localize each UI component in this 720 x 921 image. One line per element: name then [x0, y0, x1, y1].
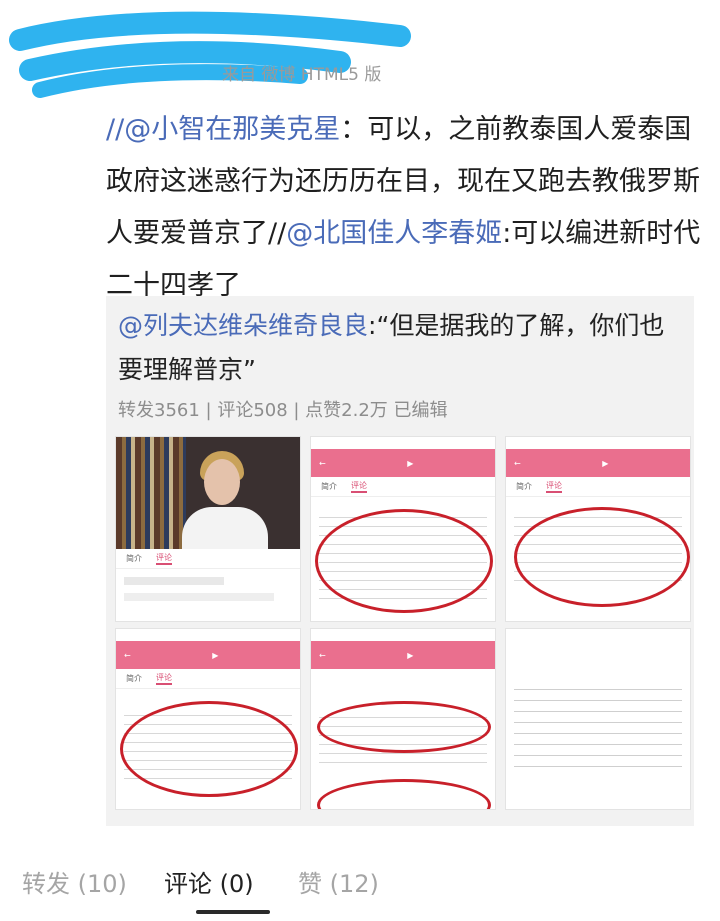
grid-image-2[interactable]: ← ▶ 简介 评论 [310, 436, 496, 622]
app-bar: ← ▶ [311, 641, 495, 669]
status-bar [311, 437, 495, 449]
tab-comments[interactable]: 评论 (0) [164, 864, 254, 899]
image-grid: 简介 评论 ← ▶ 简介 评论 ← ▶ 简介 评论 ← ▶ 简介 评论 ← ▶ [115, 436, 691, 810]
red-circle-annotation [317, 701, 491, 753]
active-tab-indicator [196, 910, 270, 914]
quoted-post[interactable]: @列夫达维朵维奇良良:“但是据我的了解，你们也要理解普京” 转发3561 | 评… [106, 296, 694, 826]
app-bar: ← ▶ [506, 449, 690, 477]
video-tabs: 简介 评论 [116, 549, 300, 569]
app-bar: ← ▶ [116, 641, 300, 669]
video-info: 简介 评论 [116, 549, 300, 621]
grid-image-4[interactable]: ← ▶ 简介 评论 [115, 628, 301, 810]
red-circle-annotation [315, 509, 493, 613]
quoted-post-text: @列夫达维朵维奇良良:“但是据我的了解，你们也要理解普京” [118, 304, 688, 392]
handwritten-comment [514, 679, 682, 769]
quoted-mention-link[interactable]: @列夫达维朵维奇良良 [118, 311, 368, 340]
mention-link[interactable]: // [106, 114, 124, 145]
status-bar [506, 437, 690, 449]
person-body [182, 507, 268, 549]
video-frame [116, 437, 300, 549]
post-body: //@小智在那美克星：可以，之前教泰国人爱泰国政府这迷惑行为还历历在目，现在又跑… [106, 104, 706, 312]
placeholder-line [124, 577, 224, 585]
grid-image-5[interactable]: ← ▶ [310, 628, 496, 810]
grid-image-6[interactable] [505, 628, 691, 810]
comment-tabs: 转发 (10) 评论 (0) 赞 (12) [0, 848, 720, 921]
mention-link-user-2[interactable]: @北国佳人李春姬 [286, 218, 502, 249]
tab-likes[interactable]: 赞 (12) [298, 864, 379, 899]
status-bar [116, 629, 300, 641]
post-source: 来自 微博 HTML5 版 [222, 65, 382, 85]
app-tabs: 简介 评论 [311, 477, 495, 497]
bookshelf [116, 437, 186, 549]
red-circle-annotation [514, 507, 690, 607]
tab-reposts[interactable]: 转发 (10) [22, 864, 127, 899]
grid-image-3[interactable]: ← ▶ 简介 评论 [505, 436, 691, 622]
app-bar: ← ▶ [311, 449, 495, 477]
person-face [204, 459, 240, 505]
app-tabs: 简介 评论 [506, 477, 690, 497]
mention-link-user-1[interactable]: @小智在那美克星 [124, 114, 340, 145]
post-header: 来自 微博 HTML5 版 [0, 0, 720, 100]
status-bar [311, 629, 495, 641]
red-circle-annotation [317, 779, 491, 809]
quoted-stats: 转发3561 | 评论508 | 点赞2.2万 已编辑 [118, 400, 448, 421]
redaction-scribble [9, 11, 411, 98]
app-tabs: 简介 评论 [116, 669, 300, 689]
grid-image-1[interactable]: 简介 评论 [115, 436, 301, 622]
red-circle-annotation [120, 701, 298, 797]
placeholder-line [124, 593, 274, 601]
